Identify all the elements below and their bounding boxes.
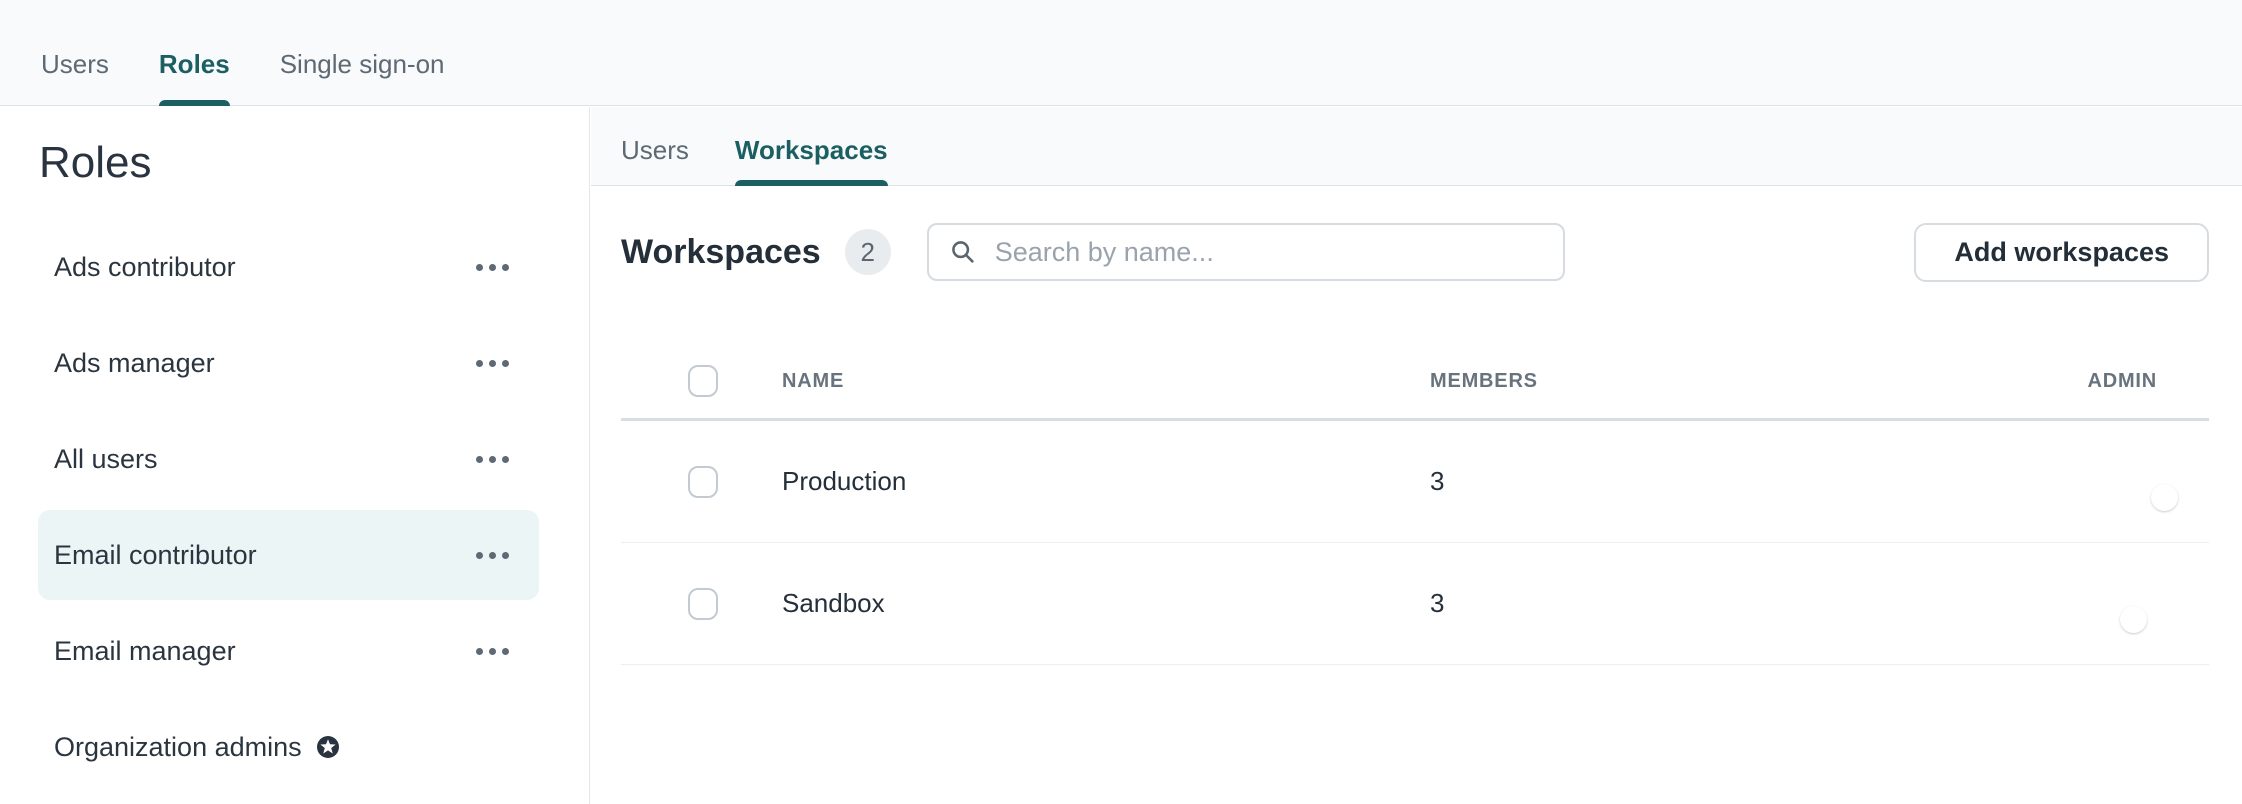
workspace-members-count: 3 [1430, 466, 1999, 497]
main-panel: Users Workspaces Workspaces 2 Add worksp… [591, 107, 2242, 804]
workspace-count-badge: 2 [845, 229, 891, 275]
workspaces-content: Workspaces 2 Add workspaces NAME MEMBERS [591, 186, 2242, 665]
role-item-ads-manager[interactable]: Ads manager [38, 318, 539, 408]
workspaces-table: NAME MEMBERS ADMIN Production 3 [621, 344, 2209, 665]
role-item-email-manager[interactable]: Email manager [38, 606, 539, 696]
add-workspaces-button[interactable]: Add workspaces [1914, 223, 2209, 282]
ellipsis-menu-icon[interactable] [476, 258, 509, 277]
ellipsis-menu-icon[interactable] [476, 450, 509, 469]
role-item-label: Ads contributor [54, 252, 236, 283]
ellipsis-menu-icon[interactable] [476, 642, 509, 661]
workspace-name: Sandbox [782, 588, 1430, 619]
role-item-label: Email contributor [54, 540, 257, 571]
row-checkbox[interactable] [688, 466, 718, 498]
workspace-members-count: 3 [1430, 588, 1999, 619]
role-list: Ads contributor Ads manager All users Em… [0, 222, 589, 792]
table-row-sandbox: Sandbox 3 [621, 543, 2209, 665]
tab-users[interactable]: Users [621, 107, 689, 185]
column-header-name: NAME [782, 370, 1430, 393]
ellipsis-menu-icon[interactable] [476, 354, 509, 373]
workspace-name: Production [782, 466, 1430, 497]
toggle-knob [2151, 484, 2178, 511]
role-item-ads-contributor[interactable]: Ads contributor [38, 222, 539, 312]
column-header-members: MEMBERS [1430, 370, 1999, 393]
search-box[interactable] [927, 223, 1565, 281]
role-item-label: Email manager [54, 636, 236, 667]
search-icon [949, 238, 977, 266]
roles-sidebar: Roles Ads contributor Ads manager All us… [0, 107, 590, 804]
role-detail-tabs: Users Workspaces [591, 107, 2242, 186]
select-all-checkbox[interactable] [688, 365, 718, 397]
role-item-organization-admins[interactable]: Organization admins [38, 702, 539, 792]
roles-admin-screen: Users Roles Single sign-on Roles Ads con… [0, 0, 2242, 804]
nav-tab-single-sign-on[interactable]: Single sign-on [280, 0, 445, 105]
page-title: Workspaces [621, 233, 821, 272]
search-input[interactable] [993, 236, 1543, 269]
toggle-knob [2120, 606, 2147, 633]
content-header: Workspaces 2 Add workspaces [621, 222, 2209, 282]
role-item-label: Ads manager [54, 348, 215, 379]
table-header-row: NAME MEMBERS ADMIN [621, 344, 2209, 421]
nav-tab-users[interactable]: Users [41, 0, 109, 105]
table-row-production: Production 3 [621, 421, 2209, 543]
role-item-all-users[interactable]: All users [38, 414, 539, 504]
row-checkbox[interactable] [688, 588, 718, 620]
nav-tab-roles[interactable]: Roles [159, 0, 230, 105]
top-navigation: Users Roles Single sign-on [0, 0, 2242, 106]
ellipsis-menu-icon[interactable] [476, 546, 509, 565]
tab-workspaces[interactable]: Workspaces [735, 107, 888, 185]
role-item-label: Organization admins [54, 732, 302, 763]
org-admins-star-icon [316, 735, 340, 759]
role-item-label: All users [54, 444, 158, 475]
sidebar-title: Roles [39, 133, 589, 193]
column-header-admin: ADMIN [2087, 370, 2209, 393]
role-item-email-contributor[interactable]: Email contributor [38, 510, 539, 600]
